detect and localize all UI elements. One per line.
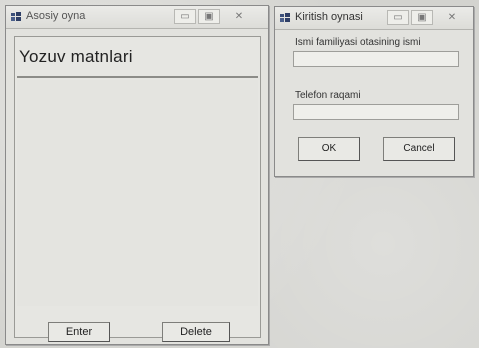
- dialog-maximize-button[interactable]: ▣: [411, 10, 433, 25]
- cancel-button[interactable]: Cancel: [383, 137, 455, 161]
- name-label: Ismi familiyasi otasining ismi: [295, 37, 421, 48]
- phone-field[interactable]: [293, 104, 459, 120]
- app-icon: [280, 13, 290, 22]
- app-icon: [11, 12, 21, 21]
- phone-label: Telefon raqami: [295, 90, 361, 101]
- delete-button[interactable]: Delete: [162, 322, 230, 342]
- main-window-title: Asosiy oyna: [26, 10, 86, 22]
- ok-button[interactable]: OK: [298, 137, 360, 161]
- dialog-title: Kiritish oynasi: [295, 11, 363, 23]
- page-title: Yozuv matnlari: [19, 47, 133, 66]
- enter-button[interactable]: Enter: [48, 322, 110, 342]
- dialog-titlebar[interactable]: Kiritish oynasi ▭ ▣ ✕: [275, 7, 473, 30]
- heading-divider: [17, 76, 258, 78]
- maximize-button[interactable]: ▣: [198, 9, 220, 24]
- minimize-button[interactable]: ▭: [174, 9, 196, 24]
- main-content-panel: Yozuv matnlari Enter Delete: [14, 36, 261, 342]
- records-text-area[interactable]: [17, 80, 258, 306]
- main-titlebar[interactable]: Asosiy oyna ▭ ▣ ✕: [6, 6, 268, 29]
- dialog-close-button[interactable]: ✕: [441, 10, 463, 25]
- dialog-minimize-button[interactable]: ▭: [387, 10, 409, 25]
- name-field[interactable]: [293, 51, 459, 67]
- main-window: Asosiy oyna ▭ ▣ ✕ Yozuv matnlari Enter D…: [5, 5, 269, 345]
- close-button[interactable]: ✕: [228, 9, 250, 24]
- input-dialog: Kiritish oynasi ▭ ▣ ✕ Ismi familiyasi ot…: [274, 6, 474, 177]
